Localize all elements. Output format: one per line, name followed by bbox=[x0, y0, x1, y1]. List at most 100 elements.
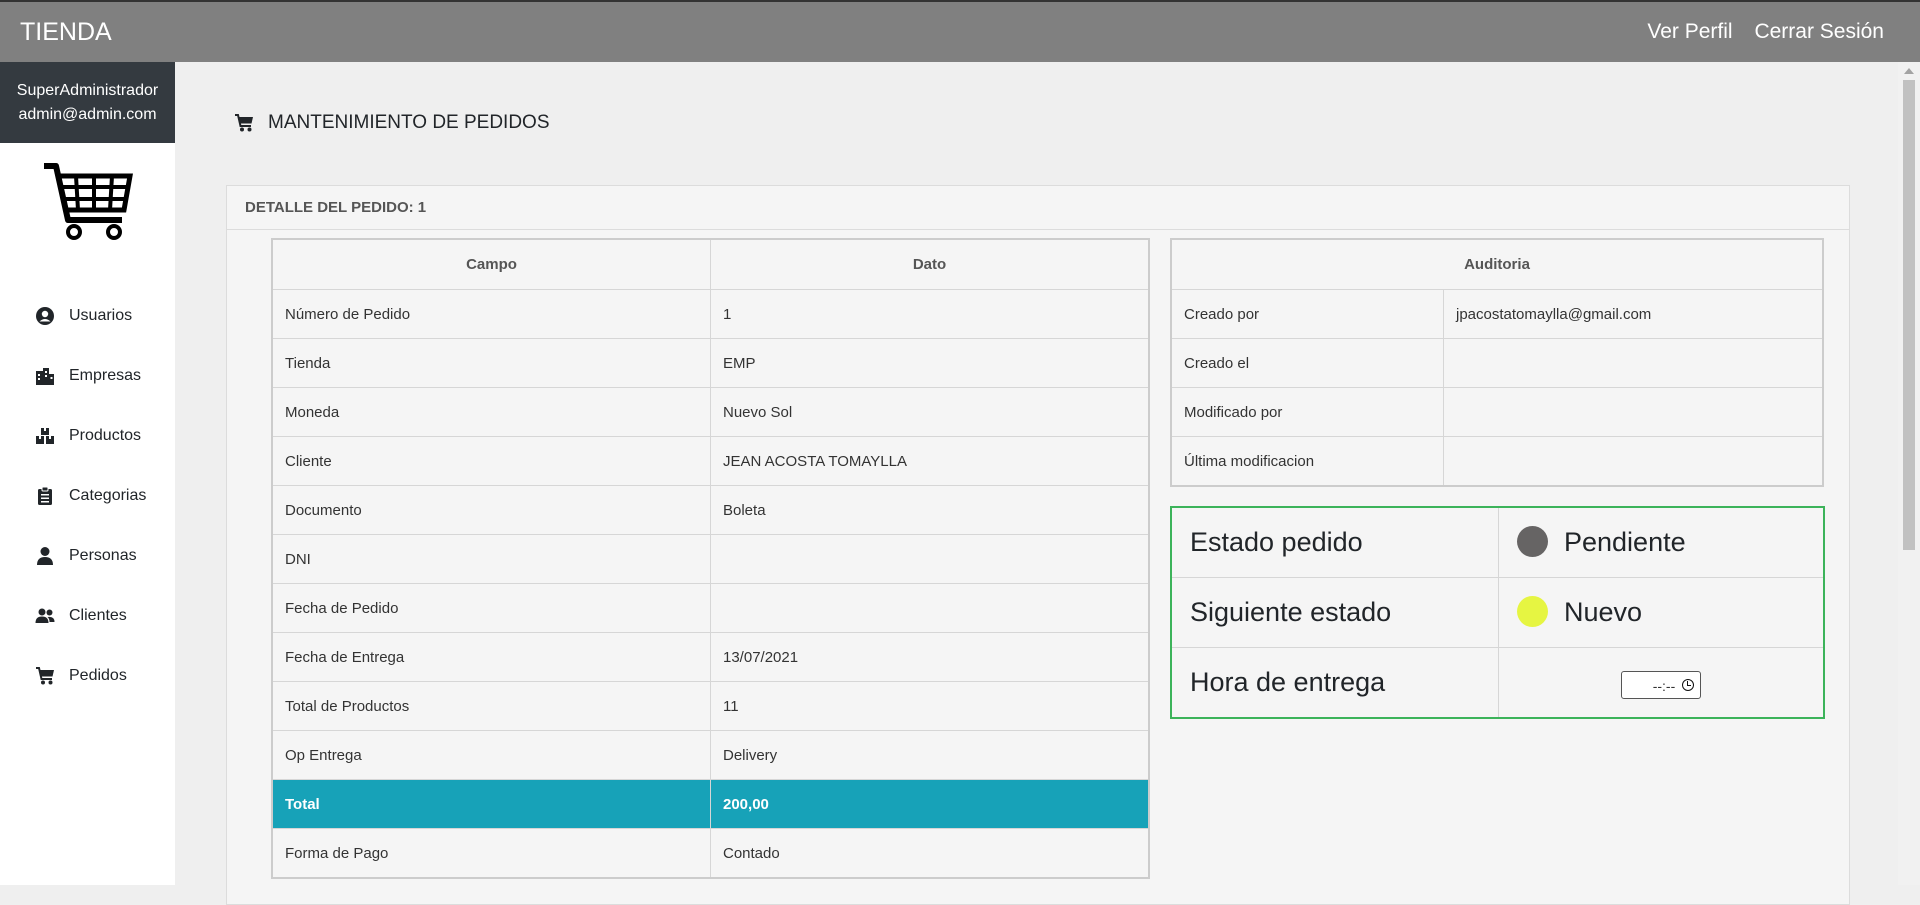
delivery-time-cell: --:-- bbox=[1498, 647, 1825, 719]
table-row: Última modificacion bbox=[1170, 436, 1824, 487]
field-name: Número de Pedido bbox=[271, 289, 711, 339]
sidebar-item-clientes[interactable]: Clientes bbox=[0, 586, 175, 646]
current-status-cell: Pendiente bbox=[1498, 506, 1825, 578]
clock-icon[interactable] bbox=[1682, 678, 1694, 691]
clipboard-icon bbox=[38, 486, 52, 505]
column-header-auditoria: Auditoria bbox=[1170, 238, 1824, 290]
sidebar-item-personas[interactable]: Personas bbox=[0, 526, 175, 586]
field-name: Cliente bbox=[271, 436, 711, 486]
field-name: Tienda bbox=[271, 338, 711, 388]
table-row: Modificado por bbox=[1170, 387, 1824, 437]
sidebar-item-label: Empresas bbox=[69, 367, 142, 384]
sidebar-item-label: Pedidos bbox=[69, 667, 127, 684]
cart-icon bbox=[36, 667, 54, 685]
field-value: 13/07/2021 bbox=[710, 632, 1150, 682]
user-icon bbox=[37, 547, 53, 565]
field-value: Boleta bbox=[710, 485, 1150, 535]
user-circle-icon bbox=[36, 307, 54, 325]
table-row: Fecha de Entrega 13/07/2021 bbox=[271, 632, 1150, 682]
sidebar-item-usuarios[interactable]: Usuarios bbox=[0, 286, 175, 346]
table-row: Total de Productos 11 bbox=[271, 681, 1150, 731]
field-value bbox=[1443, 436, 1824, 487]
field-name: Creado el bbox=[1170, 338, 1444, 388]
field-value: 1 bbox=[710, 289, 1150, 339]
current-status-value: Pendiente bbox=[1564, 527, 1686, 557]
next-status-value[interactable]: Nuevo bbox=[1564, 597, 1642, 627]
order-status-table: Estado pedido Pendiente Siguiente estado… bbox=[1170, 506, 1825, 719]
sidebar-item-empresas[interactable]: Empresas bbox=[0, 346, 175, 406]
table-row: Cliente JEAN ACOSTA TOMAYLLA bbox=[271, 436, 1150, 486]
field-name: Moneda bbox=[271, 387, 711, 437]
table-row: Op Entrega Delivery bbox=[271, 730, 1150, 780]
delivery-time-input[interactable]: --:-- bbox=[1621, 670, 1701, 699]
field-value: JEAN ACOSTA TOMAYLLA bbox=[710, 436, 1150, 486]
table-row: Creado el bbox=[1170, 338, 1824, 388]
table-row: DNI bbox=[271, 534, 1150, 584]
building-icon bbox=[36, 368, 54, 385]
next-status-cell[interactable]: Nuevo bbox=[1498, 577, 1825, 648]
current-status-label: Estado pedido bbox=[1170, 506, 1499, 578]
field-name: DNI bbox=[271, 534, 711, 584]
logout-link[interactable]: Cerrar Sesión bbox=[1754, 20, 1884, 43]
field-value: Contado bbox=[710, 828, 1150, 879]
field-value bbox=[1443, 387, 1824, 437]
scrollbar-thumb[interactable] bbox=[1903, 80, 1915, 550]
sidebar-item-categorias[interactable]: Categorias bbox=[0, 466, 175, 526]
field-name: Documento bbox=[271, 485, 711, 535]
sidebar-item-pedidos[interactable]: Pedidos bbox=[0, 646, 175, 706]
boxes-icon bbox=[36, 428, 54, 444]
field-value bbox=[1443, 338, 1824, 388]
field-name: Total de Productos bbox=[271, 681, 711, 731]
field-name: Modificado por bbox=[1170, 387, 1444, 437]
table-row: Creado por jpacostatomaylla@gmail.com bbox=[1170, 289, 1824, 339]
cart-logo-icon bbox=[44, 163, 133, 240]
table-row: Número de Pedido 1 bbox=[271, 289, 1150, 339]
view-profile-link[interactable]: Ver Perfil bbox=[1647, 20, 1732, 43]
sidebar: SuperAdministrador admin@admin.com Usuar… bbox=[0, 62, 175, 885]
column-header-campo: Campo bbox=[271, 238, 711, 290]
status-dot-icon bbox=[1517, 596, 1548, 628]
cart-icon bbox=[235, 114, 253, 132]
field-value bbox=[710, 534, 1150, 584]
sidebar-item-label: Clientes bbox=[69, 607, 127, 624]
user-info: SuperAdministrador admin@admin.com bbox=[0, 62, 175, 143]
table-header-row: Auditoria bbox=[1170, 238, 1824, 290]
table-row: Forma de Pago Contado bbox=[271, 828, 1150, 879]
table-row: Moneda Nuevo Sol bbox=[271, 387, 1150, 437]
next-status-label: Siguiente estado bbox=[1170, 577, 1499, 648]
page-title: MANTENIMIENTO DE PEDIDOS bbox=[234, 112, 550, 134]
status-row: Hora de entrega --:-- bbox=[1170, 647, 1825, 719]
audit-table: Auditoria Creado por jpacostatomaylla@gma… bbox=[1170, 238, 1824, 487]
field-name: Fecha de Entrega bbox=[271, 632, 711, 682]
sidebar-nav: Usuarios Empresas Productos Categorias P… bbox=[0, 286, 175, 706]
status-dot-icon bbox=[1517, 526, 1548, 558]
delivery-time-label: Hora de entrega bbox=[1170, 647, 1499, 719]
status-row: Siguiente estado Nuevo bbox=[1170, 577, 1825, 648]
sidebar-item-productos[interactable]: Productos bbox=[0, 406, 175, 466]
top-navbar: TIENDA Ver Perfil Cerrar Sesión bbox=[0, 0, 1920, 62]
users-icon bbox=[35, 608, 55, 623]
field-value: 11 bbox=[710, 681, 1150, 731]
field-name: Última modificacion bbox=[1170, 436, 1444, 487]
total-row: Total 200,00 bbox=[271, 779, 1150, 829]
table-row: Documento Boleta bbox=[271, 485, 1150, 535]
field-value bbox=[710, 583, 1150, 633]
field-name: Op Entrega bbox=[271, 730, 711, 780]
field-name: Forma de Pago bbox=[271, 828, 711, 879]
sidebar-item-label: Personas bbox=[69, 547, 137, 564]
field-value: jpacostatomaylla@gmail.com bbox=[1443, 289, 1824, 339]
field-value: 200,00 bbox=[710, 779, 1150, 829]
brand-title[interactable]: TIENDA bbox=[20, 18, 112, 47]
page-title-text: MANTENIMIENTO DE PEDIDOS bbox=[268, 112, 550, 133]
time-placeholder: --:-- bbox=[1652, 677, 1676, 694]
vertical-scrollbar[interactable] bbox=[1898, 62, 1920, 885]
table-header-row: Campo Dato bbox=[271, 238, 1150, 290]
sidebar-item-label: Productos bbox=[69, 427, 142, 444]
table-row: Tienda EMP bbox=[271, 338, 1150, 388]
field-value: EMP bbox=[710, 338, 1150, 388]
scroll-up-arrow-icon[interactable] bbox=[1904, 68, 1914, 74]
status-row: Estado pedido Pendiente bbox=[1170, 506, 1825, 578]
field-name: Total bbox=[271, 779, 711, 829]
sidebar-item-label: Usuarios bbox=[69, 307, 133, 324]
column-header-dato: Dato bbox=[710, 238, 1150, 290]
